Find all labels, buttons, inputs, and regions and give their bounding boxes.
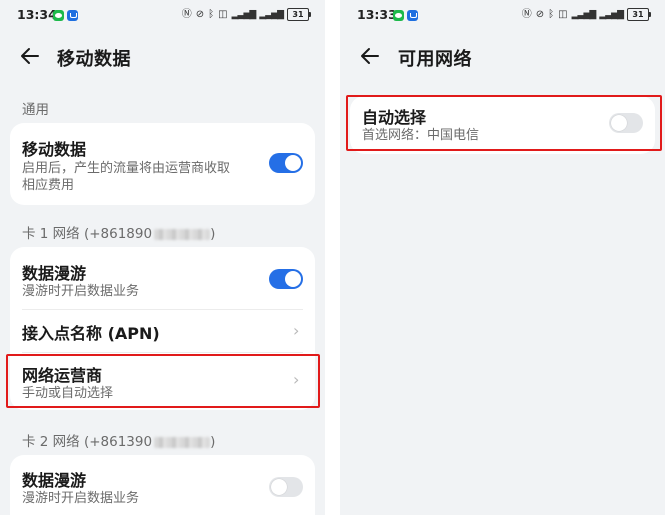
toggle-knob [285,155,301,171]
wechat-notification-icon [53,10,64,21]
battery-icon: 31 [287,8,311,21]
mobile-data-card: 移动数据 启用后，产生的流量将由运营商收取 相应费用 [10,123,315,205]
card2-roaming-subtitle: 漫游时开启数据业务 [22,491,140,506]
mobile-data-subtitle-line1: 启用后，产生的流量将由运营商收取 [22,161,231,176]
back-arrow-icon [21,48,39,64]
hotspot-icon: ◫ [558,8,568,20]
preferred-network-subtitle: 首选网络：中国电信 [362,128,480,143]
battery-icon: 31 [627,8,651,21]
status-bar: 13:34 Ⓝ ⊘ ᛒ ◫ ▂▃▅▇ ▂▃▅▇ 31 [0,4,325,26]
chevron-right-icon: › [293,321,300,340]
network-carrier-row[interactable]: 网络运营商 手动或自动选择 › [10,353,315,410]
status-time: 13:33 [357,7,397,22]
back-button[interactable] [358,43,384,69]
card1-number-suffix: ) [210,226,216,242]
redacted-number [154,436,211,448]
nfc-icon: Ⓝ [521,8,532,20]
apn-row[interactable]: 接入点名称 (APN) › [10,310,315,352]
card2-settings-card: 数据漫游 漫游时开启数据业务 [10,455,315,515]
available-networks-screen: 13:33 Ⓝ ⊘ ᛒ ◫ ▂▃▅▇ ▂▃▅▇ 31 可用网络 自动选择 首选网… [340,0,665,515]
network-carrier-title: 网络运营商 [22,366,103,385]
section-general-label: 通用 [22,102,49,118]
card1-roaming-row[interactable]: 数据漫游 漫游时开启数据业务 [10,247,315,309]
card1-settings-card: 数据漫游 漫游时开启数据业务 接入点名称 (APN) › 网络运营商 手动或自动… [10,247,315,410]
toggle-knob [285,271,301,287]
vibrate-icon: ⊘ [535,8,545,20]
card2-roaming-title: 数据漫游 [22,471,87,490]
mobile-data-toggle[interactable] [269,153,303,173]
back-arrow-icon [361,48,379,64]
card1-roaming-toggle[interactable] [269,269,303,289]
nfc-icon: Ⓝ [181,8,192,20]
hotspot-icon: ◫ [218,8,228,20]
auto-select-row[interactable]: 自动选择 首选网络：中国电信 [350,96,655,154]
app-notification-icon [407,10,418,21]
mobile-data-title: 移动数据 [22,140,87,159]
bluetooth-icon: ᛒ [208,8,215,20]
mobile-data-subtitle-line2: 相应费用 [22,178,75,193]
signal-icon-2: ▂▃▅▇ [259,9,284,20]
status-icons: Ⓝ ⊘ ᛒ ◫ ▂▃▅▇ ▂▃▅▇ 31 [181,8,311,21]
vibrate-icon: ⊘ [195,8,205,20]
status-time: 13:34 [17,7,57,22]
toggle-knob [611,115,627,131]
section-card1-label: 卡 1 网络 (+861890) [22,222,215,242]
network-carrier-subtitle: 手动或自动选择 [22,386,114,401]
status-icons: Ⓝ ⊘ ᛒ ◫ ▂▃▅▇ ▂▃▅▇ 31 [521,8,651,21]
redacted-number [154,228,211,240]
auto-select-title: 自动选择 [362,108,427,127]
page-title: 可用网络 [398,49,472,70]
apn-label: 接入点名称 (APN) [22,324,160,343]
app-notification-icon [67,10,78,21]
mobile-data-screen: 13:34 Ⓝ ⊘ ᛒ ◫ ▂▃▅▇ ▂▃▅▇ 31 移动数据 通用 移动数据 … [0,0,325,515]
signal-icon: ▂▃▅▇ [571,9,597,20]
status-bar: 13:33 Ⓝ ⊘ ᛒ ◫ ▂▃▅▇ ▂▃▅▇ 31 [340,4,665,26]
wechat-notification-icon [393,10,404,21]
back-button[interactable] [18,43,44,69]
nav-header: 移动数据 [0,38,325,74]
page-title: 移动数据 [57,49,131,70]
card2-roaming-row[interactable]: 数据漫游 漫游时开启数据业务 [10,455,315,515]
signal-icon-2: ▂▃▅▇ [599,9,624,20]
bluetooth-icon: ᛒ [548,8,555,20]
nav-header: 可用网络 [340,38,665,74]
signal-icon: ▂▃▅▇ [231,9,257,20]
toggle-knob [271,479,287,495]
card1-roaming-title: 数据漫游 [22,264,87,283]
auto-select-card: 自动选择 首选网络：中国电信 [350,96,655,154]
mobile-data-row[interactable]: 移动数据 启用后，产生的流量将由运营商收取 相应费用 [10,123,315,205]
card2-number-prefix: 卡 2 网络 (+861390 [22,434,153,450]
chevron-right-icon: › [293,370,300,389]
card2-number-suffix: ) [210,434,216,450]
section-card2-label: 卡 2 网络 (+861390) [22,430,215,450]
card2-roaming-toggle[interactable] [269,477,303,497]
auto-select-toggle[interactable] [609,113,643,133]
card1-number-prefix: 卡 1 网络 (+861890 [22,226,153,242]
card1-roaming-subtitle: 漫游时开启数据业务 [22,284,140,299]
